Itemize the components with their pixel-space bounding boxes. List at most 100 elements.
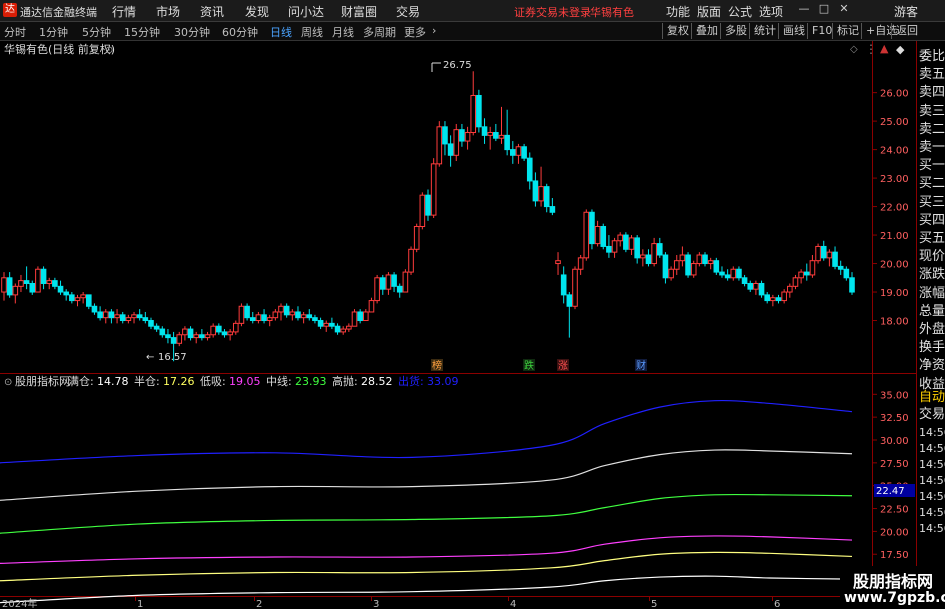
quote-label: 涨跌: [919, 267, 945, 283]
collapse-icon[interactable]: ▲: [880, 42, 889, 55]
candle: [272, 309, 279, 321]
candle: [447, 135, 454, 167]
y-tick-label: 24.00: [880, 146, 909, 157]
quote-label: 买四: [919, 212, 945, 228]
signal-fall[interactable]: 跌: [524, 359, 534, 372]
indicator-settings-icon[interactable]: ⊙: [4, 377, 12, 388]
x-tick-month: 6: [774, 599, 780, 609]
x-tick-year: 2024年: [2, 597, 37, 609]
quote-label: 买三: [919, 194, 945, 210]
tick-time: 14:56: [919, 506, 945, 519]
tick-time: 14:56: [919, 442, 945, 455]
candle: [102, 309, 109, 324]
candle: [481, 118, 488, 144]
candle: [323, 320, 330, 332]
candle: [379, 274, 386, 295]
candle: [312, 314, 318, 324]
chart-settings-icon[interactable]: ⊙: [105, 45, 113, 56]
candle: [453, 123, 460, 161]
candle: [668, 266, 674, 281]
candle: [374, 274, 380, 304]
watermark-url: www.7gpzb.com: [844, 590, 945, 606]
candle: [758, 280, 765, 298]
signal-finance[interactable]: 财: [636, 359, 646, 372]
candle: [702, 252, 708, 267]
candle: [577, 255, 584, 275]
legend-label: 低吸:: [200, 375, 226, 388]
candle: [238, 303, 245, 327]
candle: [402, 269, 409, 293]
candle: [227, 329, 233, 341]
candle: [464, 126, 471, 150]
candle: [419, 192, 426, 230]
main-y-axis: 18.00 19.00 20.00 21.00 22.00 23.00 24.00 25.00…: [873, 89, 909, 328]
signal-rank[interactable]: 榜: [432, 359, 442, 372]
candle: [781, 289, 787, 304]
candle: [1, 272, 7, 301]
y-tick-label: 30.00: [880, 436, 909, 447]
indicator-series-line: [0, 493, 853, 534]
candle: [617, 232, 624, 247]
x-tick-month: 3: [373, 599, 379, 609]
x-axis: 2024年 1 2 3 4 5 6: [2, 597, 780, 609]
watermark: 股朋指标网 www.7gpzb.com: [840, 566, 945, 609]
y-tick-label: 26.00: [880, 89, 909, 100]
y-tick-label: 22.00: [880, 203, 909, 214]
candle: [832, 246, 838, 270]
candle: [351, 309, 358, 327]
candlestick-series: [1, 71, 855, 362]
candle: [589, 209, 595, 250]
y-tick-label: 20.00: [880, 527, 909, 538]
dots-menu-icon[interactable]: ⋮: [865, 42, 877, 56]
candle: [210, 323, 216, 338]
quote-label: 买二: [919, 176, 945, 192]
legend-value: 14.78: [97, 375, 129, 388]
candle: [645, 249, 652, 267]
candle: [261, 309, 267, 324]
candle: [662, 252, 669, 284]
legend-label: 满仓:: [68, 374, 94, 388]
legend-value: 28.52: [361, 375, 393, 388]
tick-time: 14:56: [919, 474, 945, 487]
legend-value: 17.26: [163, 375, 195, 388]
signal-rise[interactable]: 涨: [558, 360, 568, 372]
candle: [685, 252, 691, 278]
quote-label: 卖四: [919, 85, 945, 101]
quote-label: 买五: [919, 231, 945, 246]
toggle-up-icon[interactable]: ◆: [896, 43, 905, 56]
candle: [736, 266, 742, 281]
candle: [249, 311, 256, 324]
candle: [23, 266, 30, 290]
candle: [317, 317, 324, 330]
candle: [628, 235, 635, 255]
candle: [357, 309, 363, 324]
candle: [679, 246, 686, 267]
candle: [108, 309, 115, 324]
indicator-series-line: [0, 399, 853, 464]
candle: [295, 306, 301, 321]
y-tick-label: 20.00: [880, 260, 909, 271]
candle: [724, 269, 731, 281]
max-price-label: 26.75: [443, 60, 472, 71]
candle: [6, 272, 13, 298]
quote-label: 总量: [919, 303, 945, 319]
trade-label[interactable]: 交易: [919, 403, 945, 422]
candle: [470, 71, 477, 136]
candle: [510, 141, 516, 164]
candle: [119, 311, 126, 324]
chart-canvas[interactable]: 华锡有色(日线 前复权) ⊙ ◇ ⋮ ▲ ◆ 18.0019.0020.0021…: [0, 0, 945, 609]
candle: [153, 323, 160, 332]
candle: [69, 292, 75, 304]
diamond-icon[interactable]: ◇: [850, 44, 858, 55]
candle: [803, 263, 810, 281]
candle: [142, 311, 149, 324]
candle: [634, 235, 640, 264]
candle: [640, 249, 646, 267]
tick-time: 14:56: [919, 458, 945, 471]
candle: [97, 306, 103, 321]
candle: [413, 223, 420, 253]
candle: [80, 292, 86, 304]
candle: [165, 329, 171, 344]
candle: [266, 314, 273, 327]
quote-label: 卖一: [919, 140, 945, 155]
